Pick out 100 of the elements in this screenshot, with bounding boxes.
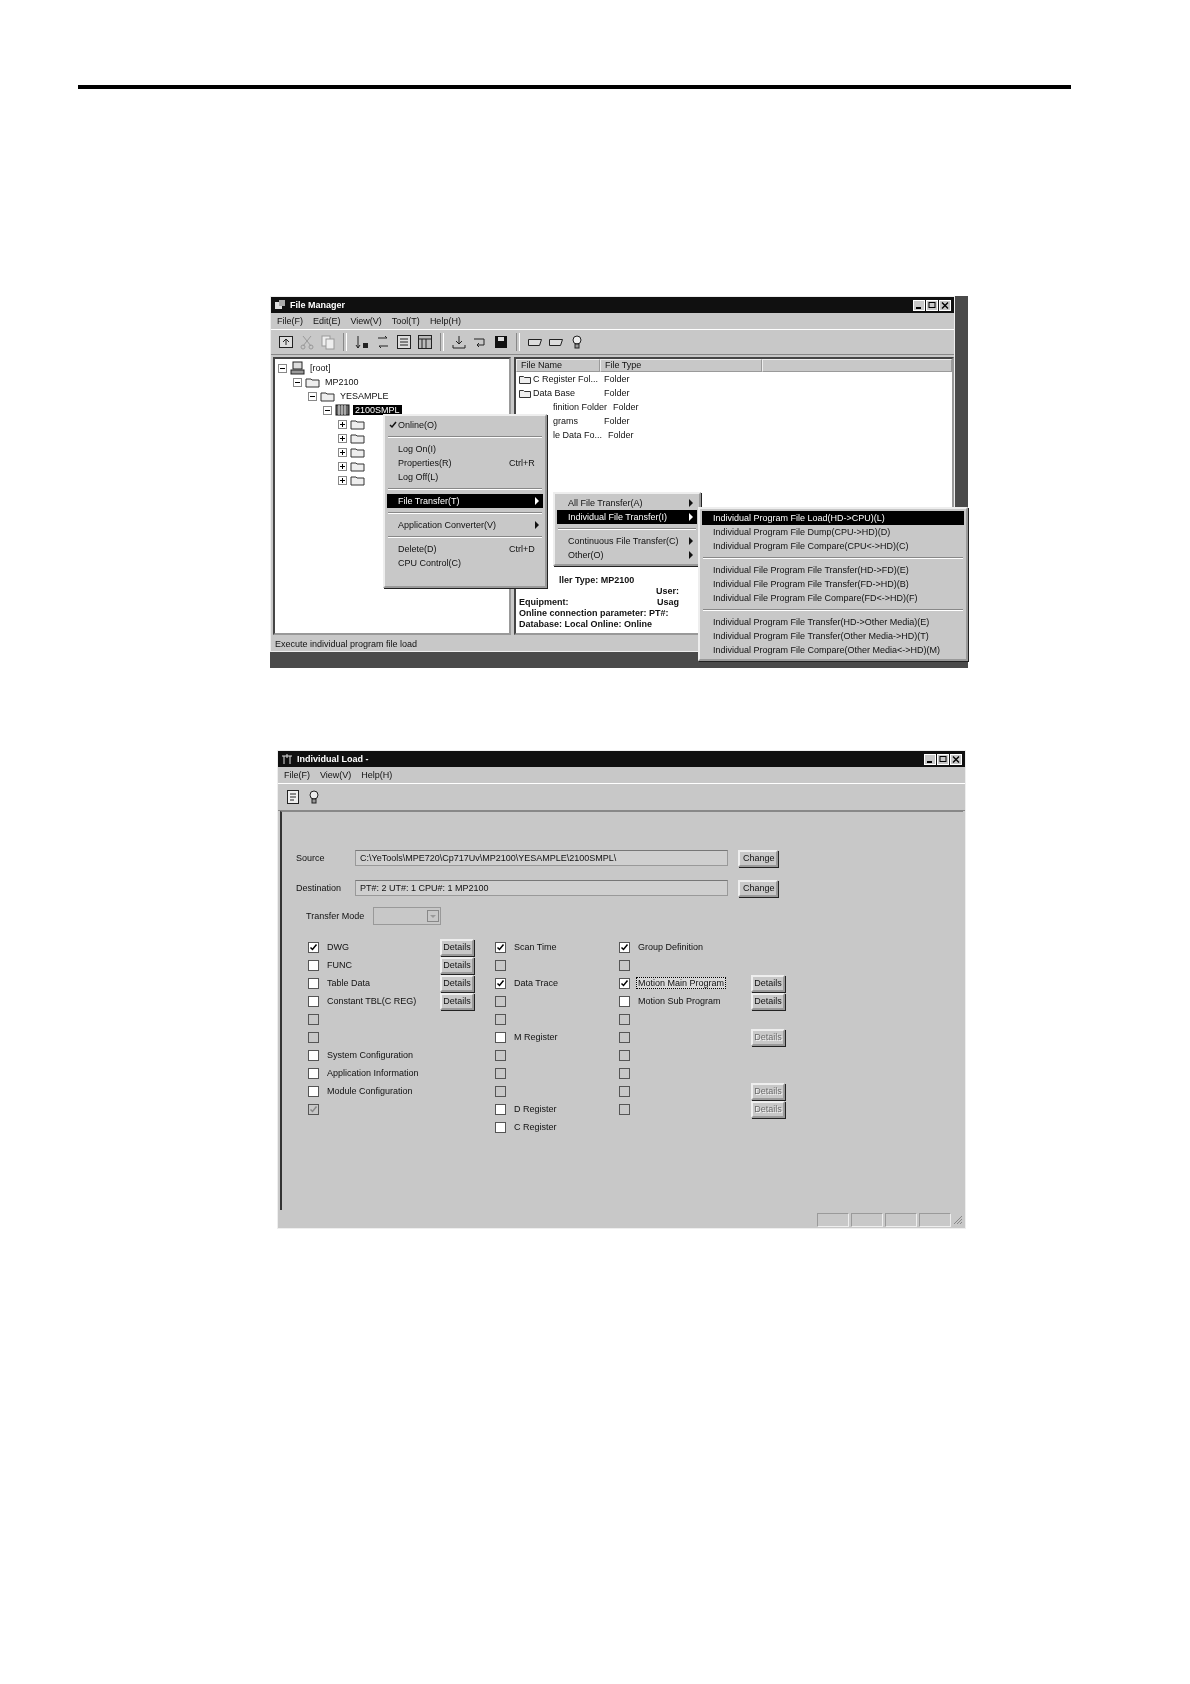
checkbox[interactable]	[619, 941, 630, 953]
menu-item[interactable]: Individual File Program File Transfer(FD->HD)(B)	[702, 577, 964, 591]
collapse-icon[interactable]	[308, 391, 317, 401]
menu-item[interactable]: View(V)	[350, 316, 382, 326]
checkbox[interactable]	[308, 1067, 319, 1079]
expand-icon[interactable]	[338, 461, 347, 471]
menu-item[interactable]: File(F)	[277, 316, 303, 326]
collapse-icon[interactable]	[323, 405, 332, 415]
toolbar-button[interactable]	[395, 333, 413, 351]
checkbox-label[interactable]: D Register	[512, 1103, 559, 1115]
menu-item[interactable]: All File Transfer(A)	[557, 496, 697, 510]
minimize-button[interactable]	[913, 299, 925, 311]
menu-item[interactable]: Individual File Program File Transfer(HD->FD)(E)	[702, 563, 964, 577]
checkbox[interactable]	[495, 1103, 506, 1115]
file-type: Folder	[612, 402, 639, 412]
checkbox[interactable]	[619, 995, 630, 1007]
checkbox[interactable]	[308, 941, 319, 953]
menu-item[interactable]: Individual File Program File Compare(FD<->HD)(F)	[702, 591, 964, 605]
menu-item[interactable]: Online(O)	[387, 418, 543, 432]
checkbox[interactable]	[308, 977, 319, 989]
file-name[interactable]: grams	[553, 416, 582, 426]
checkbox[interactable]	[619, 977, 630, 989]
file-name[interactable]: C Register Fol...	[533, 374, 603, 384]
checkbox[interactable]	[495, 977, 506, 989]
menu-item[interactable]: Edit(E)	[313, 316, 341, 326]
expand-icon[interactable]	[338, 433, 347, 443]
checkbox[interactable]	[495, 941, 506, 953]
checkbox[interactable]	[308, 1049, 319, 1061]
checkbox[interactable]	[495, 1121, 506, 1133]
toolbar-button[interactable]	[416, 333, 434, 351]
checkbox-label[interactable]: Module Configuration	[325, 1085, 415, 1097]
checkbox[interactable]	[495, 1031, 506, 1043]
change-button[interactable]: Change	[738, 849, 778, 867]
checkbox[interactable]	[308, 959, 319, 971]
checkbox-label[interactable]: FUNC	[325, 959, 354, 971]
checkbox-label[interactable]: System Configuration	[325, 1049, 416, 1061]
checkbox[interactable]	[308, 1085, 319, 1097]
minimize-button[interactable]	[924, 753, 936, 765]
maximize-button[interactable]	[926, 299, 938, 311]
menu-item[interactable]: Application Converter(V)	[387, 518, 543, 532]
path-field[interactable]: PT#: 2 UT#: 1 CPU#: 1 MP2100	[355, 880, 728, 896]
toolbar-button[interactable]	[353, 333, 371, 351]
checkbox-label[interactable]: Table Data	[325, 977, 373, 989]
menu-item[interactable]: Continuous File Transfer(C)	[557, 534, 697, 548]
menu-item[interactable]: Individual File Transfer(I)	[557, 510, 697, 524]
resize-grip-icon[interactable]	[953, 1215, 963, 1225]
menu-item[interactable]: Log On(I)	[387, 442, 543, 456]
menu-item[interactable]: Individual Program File Load(HD->CPU)(L)	[702, 511, 964, 525]
close-button[interactable]	[950, 753, 962, 765]
file-name[interactable]: Data Base	[533, 388, 580, 398]
change-button[interactable]: Change	[738, 879, 778, 897]
collapse-icon[interactable]	[293, 377, 302, 387]
menu-item[interactable]: Tool(T)	[391, 316, 420, 326]
page-icon	[285, 789, 301, 805]
checkbox[interactable]	[308, 995, 319, 1007]
menu-item[interactable]: Delete(D) Ctrl+D	[387, 542, 543, 556]
tree-item[interactable]: [root]	[308, 363, 333, 373]
menu-item[interactable]: View(V)	[320, 770, 352, 780]
checkbox-label[interactable]: Scan Time	[512, 941, 559, 953]
expand-icon[interactable]	[338, 419, 347, 429]
column-header[interactable]: File Name	[516, 359, 600, 372]
checkbox-label[interactable]: C Register	[512, 1121, 559, 1133]
maximize-button[interactable]	[937, 753, 949, 765]
close-button[interactable]	[939, 299, 951, 311]
path-field[interactable]: C:\YeTools\MPE720\Cp717Uv\MP2100\YESAMPLE\2100SMPL\	[355, 850, 728, 866]
expand-icon[interactable]	[338, 475, 347, 485]
file-name[interactable]: le Data Fo...	[553, 430, 607, 440]
tree-item[interactable]: 2100SMPL	[353, 405, 402, 415]
checkbox-label[interactable]: Motion Sub Program	[636, 995, 723, 1007]
tree-item[interactable]: MP2100	[323, 377, 361, 387]
menu-item[interactable]: Individual Program File Compare(CPU<->HD)(C)	[702, 539, 964, 553]
collapse-icon[interactable]	[278, 363, 287, 373]
details-button[interactable]: Details	[751, 974, 785, 992]
menu-item[interactable]: File Transfer(T)	[387, 494, 543, 508]
menu-item[interactable]: Individual Program File Compare(Other Media<->HD)(M)	[702, 643, 964, 657]
tree-item[interactable]: YESAMPLE	[338, 391, 391, 401]
menu-item[interactable]: File(F)	[284, 770, 310, 780]
checkbox-label[interactable]: Constant TBL(C REG)	[325, 995, 419, 1007]
toolbar-button[interactable]	[277, 333, 295, 351]
menu-item[interactable]: Individual Program File Dump(CPU->HD)(D)	[702, 525, 964, 539]
checkbox-label[interactable]: Motion Main Program	[636, 977, 727, 989]
checkbox-label[interactable]: Group Definition	[636, 941, 706, 953]
menu-item[interactable]: Individual Program File Transfer(HD->Other Media)(E)	[702, 615, 964, 629]
menu-item[interactable]: Help(H)	[429, 316, 461, 326]
expand-icon[interactable]	[338, 447, 347, 457]
menu-item[interactable]: Help(H)	[361, 770, 393, 780]
menu-item[interactable]: Individual Program File Transfer(Other Media->HD)(T)	[702, 629, 964, 643]
file-name[interactable]: finition Folder	[553, 402, 612, 412]
checkbox-label[interactable]: M Register	[512, 1031, 560, 1043]
toolbar-button[interactable]	[284, 788, 302, 806]
menu-item[interactable]: Other(O)	[557, 548, 697, 562]
menu-item[interactable]: CPU Control(C)	[387, 556, 543, 570]
checkbox-label[interactable]: Application Information	[325, 1067, 421, 1079]
menu-item[interactable]: Properties(R) Ctrl+R	[387, 456, 543, 470]
checkbox-label[interactable]: DWG	[325, 941, 351, 953]
column-header[interactable]: File Type	[600, 359, 762, 372]
menu-item[interactable]: Log Off(L)	[387, 470, 543, 484]
toolbar-button[interactable]	[492, 333, 510, 351]
details-button[interactable]: Details	[440, 938, 474, 956]
checkbox-label[interactable]: Data Trace	[512, 977, 561, 989]
